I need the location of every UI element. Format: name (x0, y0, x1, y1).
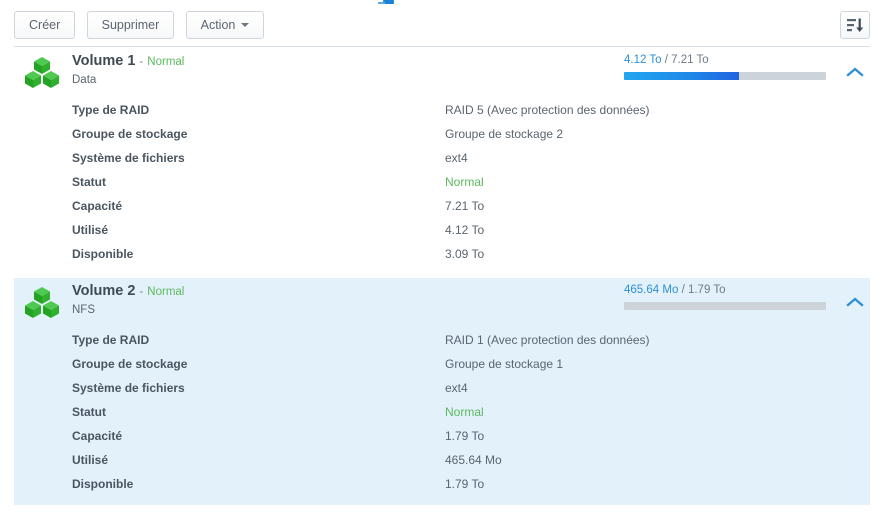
usage-bar-fill (624, 72, 740, 80)
detail-label: Système de fichiers (72, 151, 185, 165)
detail-row: Statut Normal (14, 170, 870, 194)
usage-bar-track (624, 302, 826, 310)
detail-value: 7.21 To (445, 199, 485, 213)
detail-value: RAID 1 (Avec protection des données) (445, 333, 650, 347)
detail-row: Système de fichiers ext4 (14, 146, 870, 170)
usage-total: 7.21 To (671, 54, 709, 66)
collapse-toggle[interactable] (844, 294, 866, 312)
usage-text: 4.12 To / 7.21 To (624, 54, 826, 66)
volume-panel[interactable]: Volume 2 - Normal NFS 465.64 Mo / 1.79 T… (14, 278, 870, 505)
volume-name: Volume 2 (72, 283, 136, 299)
detail-row: Type de RAID RAID 5 (Avec protection des… (14, 98, 870, 122)
detail-label: Disponible (72, 247, 134, 261)
usage-text: 465.64 Mo / 1.79 To (624, 284, 826, 296)
detail-label: Groupe de stockage (72, 357, 188, 371)
detail-value: 4.12 To (445, 223, 485, 237)
volume-details: Type de RAID RAID 5 (Avec protection des… (14, 98, 870, 266)
toolbar-divider (14, 46, 870, 47)
collapse-toggle[interactable] (844, 64, 866, 82)
detail-value: Groupe de stockage 1 (445, 357, 564, 371)
chevron-down-icon (241, 22, 250, 27)
volume-cubes-icon (25, 287, 59, 318)
usage-total: 1.79 To (687, 284, 726, 296)
toolbar: Créer Supprimer Action (14, 11, 870, 39)
status-value: Normal (445, 175, 484, 189)
detail-row: Disponible 3.09 To (14, 242, 870, 266)
sort-descending-icon (847, 18, 863, 32)
volume-details: Type de RAID RAID 1 (Avec protection des… (14, 328, 870, 496)
detail-row: Groupe de stockage Groupe de stockage 2 (14, 122, 870, 146)
volume-state-label: Normal (147, 56, 185, 68)
detail-value: 465.64 Mo (445, 453, 502, 467)
volume-header[interactable]: Volume 1 - Normal Data 4.12 To / 7.21 To (14, 48, 870, 98)
usage-used: 465.64 Mo (624, 284, 679, 296)
usage-used: 4.12 To (624, 54, 662, 66)
detail-row: Utilisé 465.64 Mo (14, 448, 870, 472)
volume-subtitle: Data (72, 74, 97, 86)
create-button[interactable]: Créer (14, 11, 76, 39)
detail-row: Utilisé 4.12 To (14, 218, 870, 242)
action-menu-label: Action (200, 18, 236, 32)
detail-label: Statut (72, 175, 106, 189)
title-separator: - (139, 56, 144, 68)
detail-value: Groupe de stockage 2 (445, 127, 564, 141)
detail-row: Capacité 7.21 To (14, 194, 870, 218)
detail-value: 1.79 To (445, 477, 485, 491)
volume-header[interactable]: Volume 2 - Normal NFS 465.64 Mo / 1.79 T… (14, 278, 870, 328)
volume-subtitle: NFS (72, 304, 95, 316)
volume-usage: 4.12 To / 7.21 To (624, 54, 826, 80)
title-separator: - (139, 286, 144, 298)
volume-panel[interactable]: Volume 1 - Normal Data 4.12 To / 7.21 To… (14, 48, 870, 264)
chevron-up-icon (846, 297, 864, 307)
detail-label: Type de RAID (72, 333, 150, 347)
detail-value: ext4 (445, 151, 468, 165)
cut-off-top-element (378, 0, 394, 4)
detail-row: Disponible 1.79 To (14, 472, 870, 496)
detail-label: Utilisé (72, 453, 109, 467)
detail-label: Système de fichiers (72, 381, 185, 395)
detail-label: Groupe de stockage (72, 127, 188, 141)
detail-value: RAID 5 (Avec protection des données) (445, 103, 650, 117)
delete-button[interactable]: Supprimer (86, 11, 175, 39)
detail-row: Groupe de stockage Groupe de stockage 1 (14, 352, 870, 376)
usage-divider: / (681, 284, 685, 296)
detail-label: Capacité (72, 199, 123, 213)
detail-value: 1.79 To (445, 429, 485, 443)
volume-title: Volume 1 - Normal (72, 53, 184, 69)
detail-label: Utilisé (72, 223, 109, 237)
detail-value: ext4 (445, 381, 468, 395)
detail-label: Capacité (72, 429, 123, 443)
detail-label: Statut (72, 405, 106, 419)
volume-cubes-icon (25, 57, 59, 88)
chevron-up-icon (846, 67, 864, 77)
volume-state-label: Normal (147, 286, 185, 298)
sort-button[interactable] (840, 11, 870, 39)
usage-divider: / (664, 54, 668, 66)
volume-usage: 465.64 Mo / 1.79 To (624, 284, 826, 310)
detail-label: Type de RAID (72, 103, 150, 117)
detail-label: Disponible (72, 477, 134, 491)
detail-row: Capacité 1.79 To (14, 424, 870, 448)
volume-title: Volume 2 - Normal (72, 283, 184, 299)
detail-row: Type de RAID RAID 1 (Avec protection des… (14, 328, 870, 352)
detail-row: Système de fichiers ext4 (14, 376, 870, 400)
detail-value: 3.09 To (445, 247, 485, 261)
action-menu-button[interactable]: Action (185, 11, 265, 39)
detail-row: Statut Normal (14, 400, 870, 424)
usage-bar-track (624, 72, 826, 80)
status-value: Normal (445, 405, 484, 419)
volume-name: Volume 1 (72, 53, 136, 69)
